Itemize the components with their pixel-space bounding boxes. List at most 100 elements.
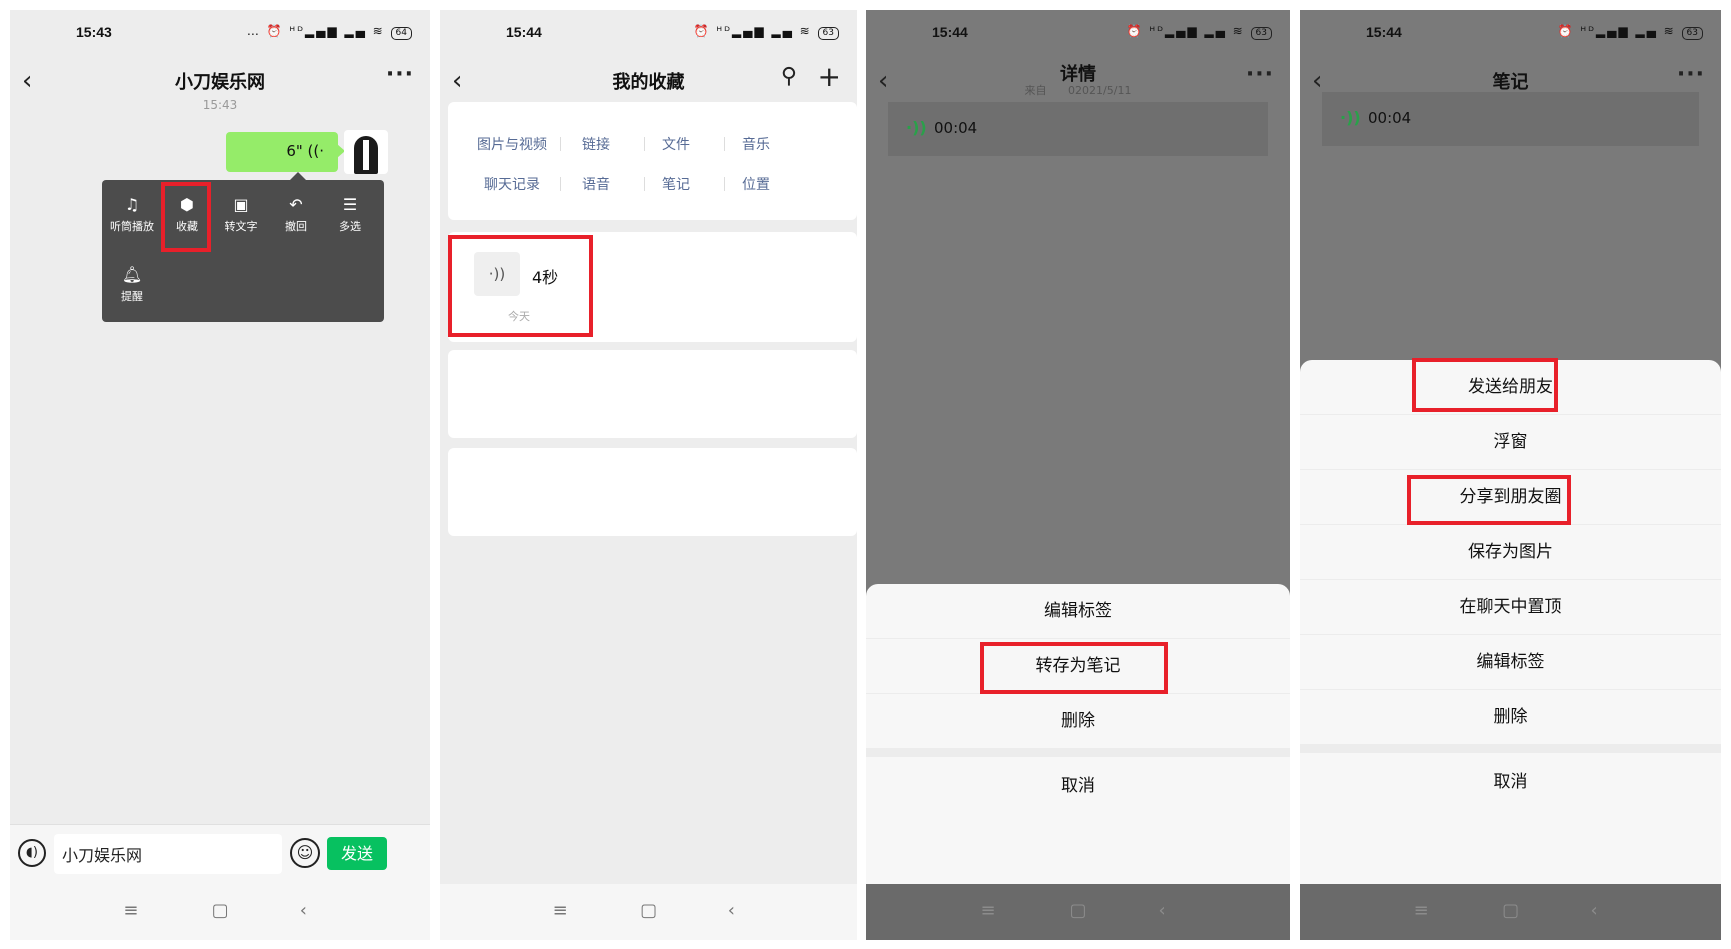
menu-nav-icon[interactable]: ≡ [980, 900, 995, 921]
sheet-item-edit-tags[interactable]: 编辑标签 [1300, 635, 1721, 690]
category-voice[interactable]: 语音 [556, 174, 636, 194]
highlight-box [1412, 358, 1558, 412]
sheet-item-delete[interactable]: 删除 [1300, 690, 1721, 745]
menu-item-recall[interactable]: ↶ 撤回 [268, 196, 324, 234]
undo-icon: ↶ [289, 195, 303, 214]
battery-icon: 63 [1250, 27, 1272, 40]
back-nav-icon[interactable]: ‹ [1590, 900, 1597, 921]
menu-label: 多选 [339, 220, 361, 233]
chat-timestamp: 15:43 [202, 98, 238, 112]
category-links[interactable]: 链接 [556, 134, 636, 154]
back-nav-icon[interactable]: ‹ [300, 900, 307, 921]
battery-icon: 63 [1681, 27, 1703, 40]
category-notes[interactable]: 笔记 [636, 174, 716, 194]
voice-player[interactable]: ·)) 00:04 [1322, 92, 1699, 146]
emoji-icon[interactable]: ☺ [290, 838, 320, 868]
favorite-placeholder [448, 448, 857, 536]
action-sheet: 发送给朋友 浮窗 分享到朋友圈 保存为图片 在聊天中置顶 编辑标签 删除 取消 [1300, 360, 1721, 884]
menu-item-earpiece[interactable]: ♫ 听筒播放 [104, 196, 160, 234]
popup-arrow [290, 172, 306, 180]
system-nav-bar: ≡ ▢ ‹ [440, 884, 857, 940]
signal-icons: … ⏰ ᴴᴰ▂▄▆ ▂▄ ≋ [246, 24, 385, 38]
sheet-item-delete[interactable]: 删除 [866, 694, 1290, 749]
system-nav-bar: ≡ ▢ ‹ [10, 884, 430, 940]
send-button[interactable]: 发送 [327, 837, 387, 870]
favorite-placeholder [448, 350, 857, 438]
menu-nav-icon[interactable]: ≡ [123, 900, 138, 921]
signal-icons: ⏰ ᴴᴰ▂▄▆ ▂▄ ≋ [1557, 24, 1676, 38]
sheet-item-pin-chat[interactable]: 在聊天中置顶 [1300, 580, 1721, 635]
menu-label: 撤回 [285, 220, 307, 233]
category-files[interactable]: 文件 [636, 134, 716, 154]
highlight-box [980, 642, 1168, 694]
more-icon[interactable]: ··· [386, 62, 414, 87]
category-chat-history[interactable]: 聊天记录 [472, 174, 552, 194]
highlight-box [448, 235, 593, 337]
chat-input-bar: ◖) ☺ 发送 [10, 824, 430, 884]
sheet-item-floating-window[interactable]: 浮窗 [1300, 415, 1721, 470]
nav-bar: ‹ 详情 来自 02021/5/11 ··· [866, 54, 1290, 106]
category-location[interactable]: 位置 [716, 174, 796, 194]
status-bar: 15:44 ⏰ ᴴᴰ▂▄▆ ▂▄ ≋ 63 [866, 10, 1290, 54]
voice-duration: 00:04 [934, 119, 978, 137]
highlight-box [1407, 475, 1571, 525]
home-nav-icon[interactable]: ▢ [640, 900, 657, 921]
translate-icon: ▣ [233, 195, 249, 214]
favorites-screen: 15:44 ⏰ ᴴᴰ▂▄▆ ▂▄ ≋ 63 ‹ 我的收藏 ⚲ + 图片与视频 链… [440, 10, 857, 940]
category-images-videos[interactable]: 图片与视频 [472, 134, 552, 154]
sheet-item-save-image[interactable]: 保存为图片 [1300, 525, 1721, 580]
cancel-button[interactable]: 取消 [1300, 753, 1721, 811]
sheet-item-edit-tags[interactable]: 编辑标签 [866, 584, 1290, 639]
menu-label: 转文字 [224, 220, 258, 233]
status-icons: ⏰ ᴴᴰ▂▄▆ ▂▄ ≋ 63 [1127, 24, 1272, 40]
status-bar: 15:44 ⏰ ᴴᴰ▂▄▆ ▂▄ ≋ 63 [1300, 10, 1721, 54]
back-nav-icon[interactable]: ‹ [728, 900, 735, 921]
more-icon[interactable]: ··· [1677, 62, 1705, 87]
nav-bar: ‹ 我的收藏 ⚲ + [440, 54, 857, 106]
cancel-button[interactable]: 取消 [866, 757, 1290, 815]
category-card: 图片与视频 链接 文件 音乐 聊天记录 语音 笔记 位置 [448, 102, 857, 220]
sheet-gap [866, 749, 1290, 757]
shirt-shape [363, 140, 369, 170]
avatar[interactable] [344, 130, 388, 174]
search-icon[interactable]: ⚲ [781, 64, 797, 89]
voice-input-icon[interactable]: ◖) [18, 839, 46, 867]
voice-icon: ·)) [906, 118, 927, 137]
menu-item-multiselect[interactable]: ☰ 多选 [322, 196, 378, 234]
home-nav-icon[interactable]: ▢ [1502, 900, 1519, 921]
home-nav-icon[interactable]: ▢ [212, 900, 229, 921]
status-icons: … ⏰ ᴴᴰ▂▄▆ ▂▄ ≋ 64 [247, 24, 412, 40]
page-title: 笔记 [1492, 72, 1529, 93]
message-input[interactable] [54, 834, 282, 874]
ear-icon: ♫ [124, 195, 140, 214]
home-nav-icon[interactable]: ▢ [1070, 900, 1087, 921]
menu-label: 听筒播放 [110, 220, 154, 233]
voice-duration: 00:04 [1368, 109, 1412, 127]
note-screen: 15:44 ⏰ ᴴᴰ▂▄▆ ▂▄ ≋ 63 ‹ 笔记 ··· ·)) 00:04… [1300, 10, 1721, 940]
message-action-menu: ♫ 听筒播放 ⬢ 收藏 ▣ 转文字 ↶ 撤回 ☰ 多选 🔔︎ 提醒 [102, 180, 384, 322]
subtitle-date: 02021/5/11 [1068, 84, 1132, 97]
signal-icons: ⏰ ᴴᴰ▂▄▆ ▂▄ ≋ [1126, 24, 1245, 38]
system-nav-bar: ≡ ▢ ‹ [866, 884, 1290, 940]
menu-nav-icon[interactable]: ≡ [553, 900, 568, 921]
status-bar: 15:44 ⏰ ᴴᴰ▂▄▆ ▂▄ ≋ 63 [440, 10, 857, 54]
more-icon[interactable]: ··· [1246, 62, 1274, 87]
status-icons: ⏰ ᴴᴰ▂▄▆ ▂▄ ≋ 63 [694, 24, 839, 40]
back-nav-icon[interactable]: ‹ [1159, 900, 1166, 921]
battery-icon: 63 [817, 27, 839, 40]
status-time: 15:44 [932, 24, 968, 40]
status-icons: ⏰ ᴴᴰ▂▄▆ ▂▄ ≋ 63 [1558, 24, 1703, 40]
voice-icon: ·)) [1340, 108, 1361, 127]
menu-item-to-text[interactable]: ▣ 转文字 [213, 196, 269, 234]
add-icon[interactable]: + [818, 60, 841, 93]
menu-nav-icon[interactable]: ≡ [1414, 900, 1429, 921]
status-time: 15:43 [76, 24, 112, 40]
action-sheet: 编辑标签 转存为笔记 删除 取消 [866, 584, 1290, 884]
category-music[interactable]: 音乐 [716, 134, 796, 154]
voice-player[interactable]: ·)) 00:04 [888, 102, 1268, 156]
voice-message-bubble[interactable]: 6" ((· [226, 132, 338, 172]
system-nav-bar: ≡ ▢ ‹ [1300, 884, 1721, 940]
menu-item-remind[interactable]: 🔔︎ 提醒 [104, 266, 160, 304]
page-title: 小刀娱乐网 [175, 72, 265, 93]
chat-screen: 15:43 … ⏰ ᴴᴰ▂▄▆ ▂▄ ≋ 64 ‹ 小刀娱乐网 ··· 15:4… [10, 10, 430, 940]
